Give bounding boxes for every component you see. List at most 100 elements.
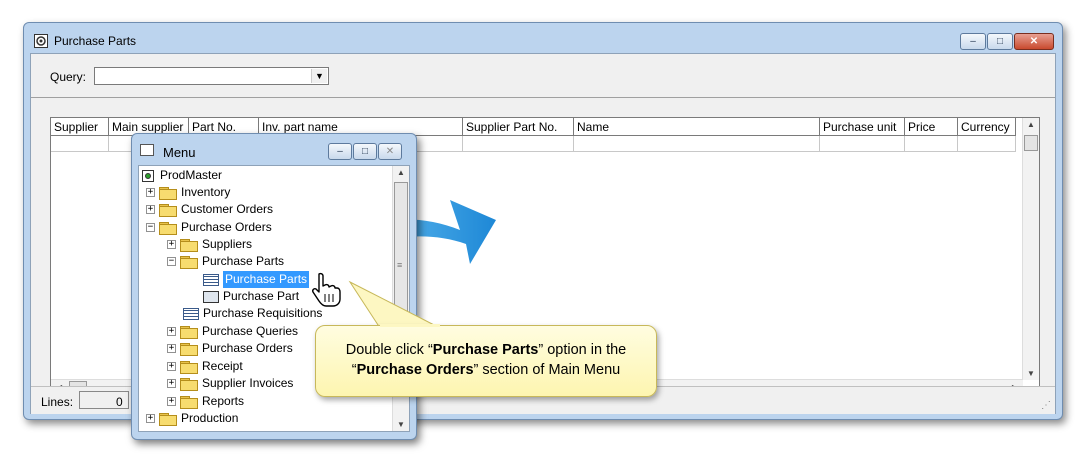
tree-item-receipt[interactable]: + Receipt — [167, 358, 243, 375]
tree-label: Receipt — [202, 359, 243, 373]
table-cell[interactable] — [574, 136, 820, 152]
collapse-icon[interactable]: − — [167, 257, 176, 266]
tree-label: Production — [181, 411, 239, 425]
tree-label: Purchase Requisitions — [203, 306, 323, 320]
table-cell[interactable] — [958, 136, 1016, 152]
tree-item-customer-orders[interactable]: + Customer Orders — [146, 201, 273, 218]
folder-icon — [180, 395, 198, 409]
chevron-down-icon[interactable]: ▼ — [311, 69, 327, 83]
menu-maximize-button[interactable]: □ — [353, 143, 377, 160]
tree-label: Customer Orders — [181, 202, 274, 216]
tree-item-inventory[interactable]: + Inventory — [146, 184, 230, 201]
table-cell[interactable] — [51, 136, 109, 152]
scroll-down-icon[interactable]: ▼ — [1027, 369, 1035, 378]
app-gear-icon — [34, 34, 48, 48]
tree-item-production[interactable]: + Production — [146, 410, 238, 427]
tree-label: Suppliers — [202, 237, 253, 251]
scroll-thumb[interactable] — [1024, 135, 1038, 151]
tree-item-supplier-invoices[interactable]: + Supplier Invoices — [167, 375, 293, 392]
menu-minimize-button[interactable]: ‒ — [328, 143, 352, 160]
tree-label: Purchase Orders — [202, 341, 293, 355]
folder-icon — [159, 203, 177, 217]
callout-text: ” section of Main Menu — [473, 362, 621, 378]
expand-icon[interactable]: + — [167, 379, 176, 388]
close-icon: ✕ — [1029, 36, 1039, 47]
minimize-icon: ‒ — [970, 36, 976, 47]
collapse-icon[interactable]: − — [146, 223, 155, 232]
tree-label: Inventory — [181, 185, 231, 199]
vertical-scrollbar[interactable]: ▲ ▼ — [1022, 118, 1039, 380]
table-cell[interactable] — [463, 136, 574, 152]
expand-icon[interactable]: + — [146, 414, 155, 423]
minimize-button[interactable]: ‒ — [960, 33, 986, 50]
expand-icon[interactable]: + — [167, 327, 176, 336]
tree-item-purchase-orders-sub[interactable]: + Purchase Orders — [167, 340, 293, 357]
folder-open-icon — [180, 255, 198, 269]
menu-window-icon — [140, 144, 154, 156]
callout-bold-purchase-orders: Purchase Orders — [356, 362, 474, 378]
callout-seam — [380, 324, 440, 327]
table-cell[interactable] — [820, 136, 905, 152]
folder-icon — [159, 412, 177, 426]
tree-label: Purchase Orders — [181, 220, 272, 234]
callout-pointer — [348, 280, 441, 329]
folder-icon — [159, 186, 177, 200]
query-dropdown[interactable]: ▼ — [94, 67, 329, 85]
maximize-button[interactable]: □ — [987, 33, 1013, 50]
tree-item-reports[interactable]: + Reports — [167, 393, 244, 410]
tree-item-suppliers[interactable]: + Suppliers — [167, 236, 252, 253]
tree-label: Supplier Invoices — [202, 376, 294, 390]
column-header-supplier[interactable]: Supplier — [51, 118, 109, 136]
callout-text: ” option in the — [538, 342, 627, 358]
menu-window-title: Menu — [163, 145, 196, 160]
folder-open-icon — [159, 221, 177, 235]
scroll-grip-icon: ≡ — [397, 260, 403, 270]
column-header-purchase-unit[interactable]: Purchase unit — [820, 118, 905, 136]
maximize-icon: □ — [996, 36, 1004, 47]
callout-text: Double click “ — [345, 342, 433, 358]
column-header-currency[interactable]: Currency — [958, 118, 1016, 136]
tree-label: ProdMaster — [160, 168, 223, 182]
column-header-supplier-part-no[interactable]: Supplier Part No. — [463, 118, 574, 136]
resize-grip-icon[interactable]: ⋰ — [1041, 400, 1051, 411]
folder-icon — [180, 342, 198, 356]
close-icon: ✕ — [385, 146, 395, 157]
minimize-icon: ‒ — [337, 146, 343, 157]
column-header-name[interactable]: Name — [574, 118, 820, 136]
tree-label: Purchase Queries — [202, 324, 299, 338]
folder-icon — [180, 325, 198, 339]
expand-icon[interactable]: + — [167, 397, 176, 406]
instruction-callout: Double click “Purchase Parts” option in … — [315, 325, 657, 397]
expand-icon[interactable]: + — [167, 240, 176, 249]
folder-icon — [180, 360, 198, 374]
lines-label: Lines: — [41, 395, 74, 409]
hand-cursor-icon — [312, 272, 341, 307]
table-cell[interactable] — [905, 136, 958, 152]
tree-item-purchase-parts-folder[interactable]: − Purchase Parts — [167, 253, 284, 270]
tree-label-selected[interactable]: Purchase Parts — [223, 271, 310, 288]
expand-icon[interactable]: + — [146, 205, 155, 214]
column-header-price[interactable]: Price — [905, 118, 958, 136]
tree-item-purchase-parts-list[interactable]: Purchase Parts — [203, 271, 310, 288]
tree-label: Reports — [202, 394, 245, 408]
tree-label: Purchase Parts — [202, 254, 285, 268]
tree-item-prodmaster[interactable]: ProdMaster — [142, 167, 222, 184]
maximize-icon: □ — [361, 146, 369, 157]
query-label: Query: — [50, 70, 87, 84]
expand-icon[interactable]: + — [167, 344, 176, 353]
tree-item-purchase-requisitions[interactable]: Purchase Requisitions — [183, 305, 322, 322]
grid-icon — [183, 307, 199, 320]
expand-icon[interactable]: + — [167, 362, 176, 371]
tree-item-purchase-orders[interactable]: − Purchase Orders — [146, 219, 272, 236]
close-button[interactable]: ✕ — [1014, 33, 1054, 50]
scroll-up-icon[interactable]: ▲ — [1027, 120, 1035, 129]
tree-item-purchase-queries[interactable]: + Purchase Queries — [167, 323, 298, 340]
expand-icon[interactable]: + — [146, 188, 155, 197]
menu-close-button[interactable]: ✕ — [378, 143, 402, 160]
scroll-down-icon[interactable]: ▼ — [397, 420, 405, 429]
tree-item-purchase-part-form[interactable]: Purchase Part — [203, 288, 299, 305]
callout-bold-purchase-parts: Purchase Parts — [432, 342, 539, 358]
scroll-up-icon[interactable]: ▲ — [397, 168, 405, 177]
window-title: Purchase Parts — [54, 34, 137, 48]
divider — [31, 97, 1055, 98]
